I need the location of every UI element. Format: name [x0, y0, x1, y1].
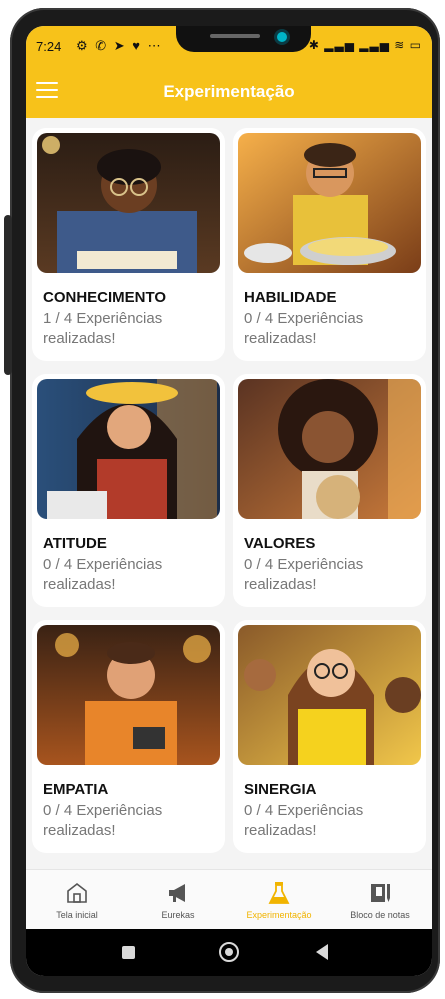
- card-image-sinergia: [238, 625, 421, 765]
- card-image-habilidade: [238, 133, 421, 273]
- card-sinergia[interactable]: SINERGIA 0 / 4 Experiências realizadas!: [233, 620, 426, 853]
- card-image-conhecimento: [37, 133, 220, 273]
- card-valores[interactable]: VALORES 0 / 4 Experiências realizadas!: [233, 374, 426, 607]
- card-image-atitude: [37, 379, 220, 519]
- card-title: SINERGIA: [244, 781, 317, 798]
- nav-item-tela-inicial[interactable]: Tela inicial: [27, 870, 127, 930]
- megaphone-icon: [169, 884, 185, 902]
- category-grid: CONHECIMENTO 1 / 4 Experiências realizad…: [32, 128, 426, 853]
- front-camera-icon: [274, 29, 290, 45]
- screen: 7:24 ⚙ ✆ ➤ ♥ ⋯ ✱ ▂▃▅ ▂▃▅ ≋ ▭ Experimenta…: [26, 26, 432, 976]
- card-progress: 1 / 4 Experiências realizadas!: [43, 310, 163, 347]
- nav-item-bloco-de-notas[interactable]: Bloco de notas: [330, 870, 430, 930]
- speaker-bar: [210, 34, 260, 38]
- nav-item-eurekas[interactable]: Eurekas: [128, 870, 228, 930]
- card-habilidade[interactable]: HABILIDADE 0 / 4 Experiências realizadas…: [233, 128, 426, 361]
- card-image-valores: [238, 379, 421, 519]
- card-conhecimento[interactable]: CONHECIMENTO 1 / 4 Experiências realizad…: [32, 128, 225, 361]
- status-bar: 7:24 ⚙ ✆ ➤ ♥ ⋯ ✱ ▂▃▅ ▂▃▅ ≋ ▭: [26, 26, 432, 66]
- notebook-icon: [371, 884, 390, 902]
- nav-label: Eurekas: [161, 910, 195, 920]
- card-progress: 0 / 4 Experiências realizadas!: [244, 556, 364, 593]
- flask-icon: [268, 882, 290, 904]
- card-progress: 0 / 4 Experiências realizadas!: [43, 802, 163, 839]
- system-status-icons: ✱ ▂▃▅ ▂▃▅ ≋ ▭: [308, 38, 422, 52]
- app-bar: Experimentação: [26, 66, 432, 118]
- card-title: EMPATIA: [43, 781, 109, 798]
- system-navigation-bar: [26, 929, 432, 976]
- nav-label: Bloco de notas: [350, 910, 410, 920]
- card-progress: 0 / 4 Experiências realizadas!: [244, 310, 364, 347]
- card-atitude[interactable]: ATITUDE 0 / 4 Experiências realizadas!: [32, 374, 225, 607]
- back-icon[interactable]: [316, 944, 328, 960]
- nav-item-experimentacao[interactable]: Experimentação: [229, 870, 329, 930]
- camera-notch: [176, 26, 311, 52]
- card-image-empatia: [37, 625, 220, 765]
- card-title: HABILIDADE: [244, 289, 337, 306]
- card-empatia[interactable]: EMPATIA 0 / 4 Experiências realizadas!: [32, 620, 225, 853]
- page-title: Experimentação: [163, 82, 295, 101]
- card-title: CONHECIMENTO: [43, 289, 167, 306]
- card-title: VALORES: [244, 535, 316, 552]
- card-progress: 0 / 4 Experiências realizadas!: [43, 556, 163, 593]
- home-icon: [67, 882, 87, 903]
- recent-apps-icon[interactable]: [122, 946, 135, 959]
- status-time: 7:24: [36, 39, 62, 54]
- nav-label: Experimentação: [246, 910, 312, 920]
- notification-icons: ⚙ ✆ ➤ ♥ ⋯: [76, 38, 163, 53]
- bottom-navigation: Tela inicial Eurekas Experimentação Bloc…: [26, 869, 432, 930]
- card-progress: 0 / 4 Experiências realizadas!: [244, 802, 364, 839]
- home-circle-icon[interactable]: [219, 942, 239, 962]
- card-title: ATITUDE: [43, 535, 107, 552]
- nav-label: Tela inicial: [56, 910, 98, 920]
- phone-side-button: [4, 215, 12, 375]
